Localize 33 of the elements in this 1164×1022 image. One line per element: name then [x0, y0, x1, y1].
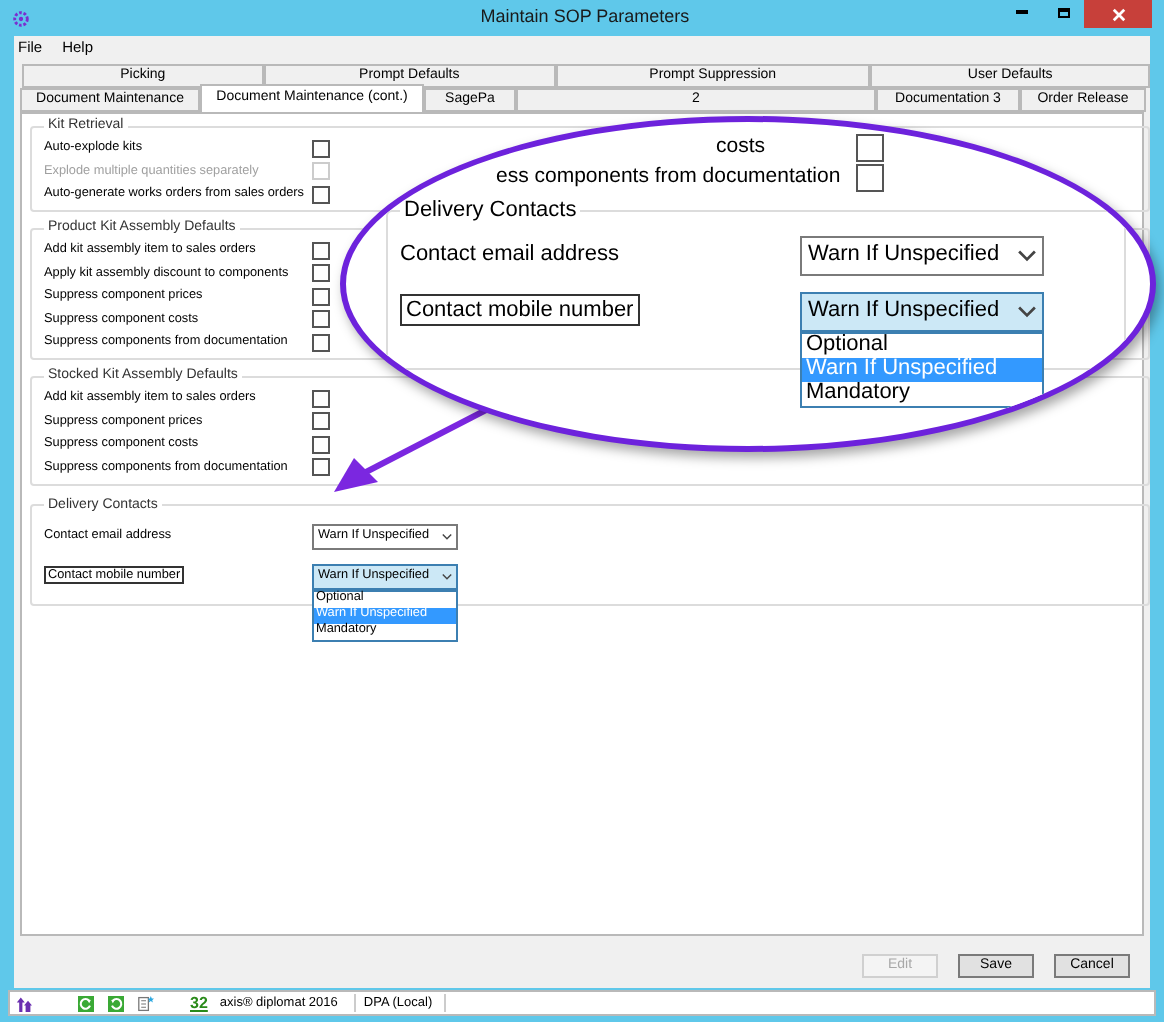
group-title: Delivery Contacts [402, 196, 579, 226]
chevron-icon [442, 533, 452, 539]
window-title: Maintain SOP Parameters [478, 4, 692, 31]
checkbox[interactable] [312, 333, 330, 352]
checkbox[interactable] [312, 139, 330, 158]
chevron-icon [442, 573, 452, 579]
count-label[interactable]: 32 [190, 991, 208, 1015]
checkbox[interactable] [312, 264, 330, 283]
checkbox[interactable] [312, 185, 330, 204]
checkbox-label: costs [716, 131, 768, 162]
refresh-icon [78, 995, 94, 1011]
up-arrow-icon [16, 995, 32, 1011]
close-button[interactable] [1084, 0, 1152, 28]
close-icon [1111, 7, 1125, 21]
checkbox[interactable] [312, 241, 330, 260]
checkbox[interactable] [856, 163, 884, 191]
gear-icon [12, 9, 30, 27]
dropdown-option[interactable]: Optional [802, 333, 1042, 357]
checkbox[interactable] [312, 458, 330, 477]
checkbox[interactable] [312, 287, 330, 306]
dropdown[interactable]: Warn If Unspecified [800, 235, 1044, 275]
checkbox[interactable] [312, 310, 330, 329]
checkbox[interactable] [312, 389, 330, 408]
checkbox[interactable] [312, 412, 330, 431]
field-label: Contact email address [400, 240, 621, 271]
chevron-icon [1018, 249, 1036, 261]
checkbox[interactable] [856, 133, 884, 161]
chevron-icon [1018, 305, 1036, 317]
checkbox-label: ess components from documentation [496, 161, 843, 192]
dropdown[interactable]: Warn If Unspecified [800, 291, 1044, 331]
checkbox[interactable] [312, 435, 330, 454]
refresh-icon [108, 995, 124, 1011]
dropdown-option[interactable]: Mandatory [802, 381, 1042, 405]
